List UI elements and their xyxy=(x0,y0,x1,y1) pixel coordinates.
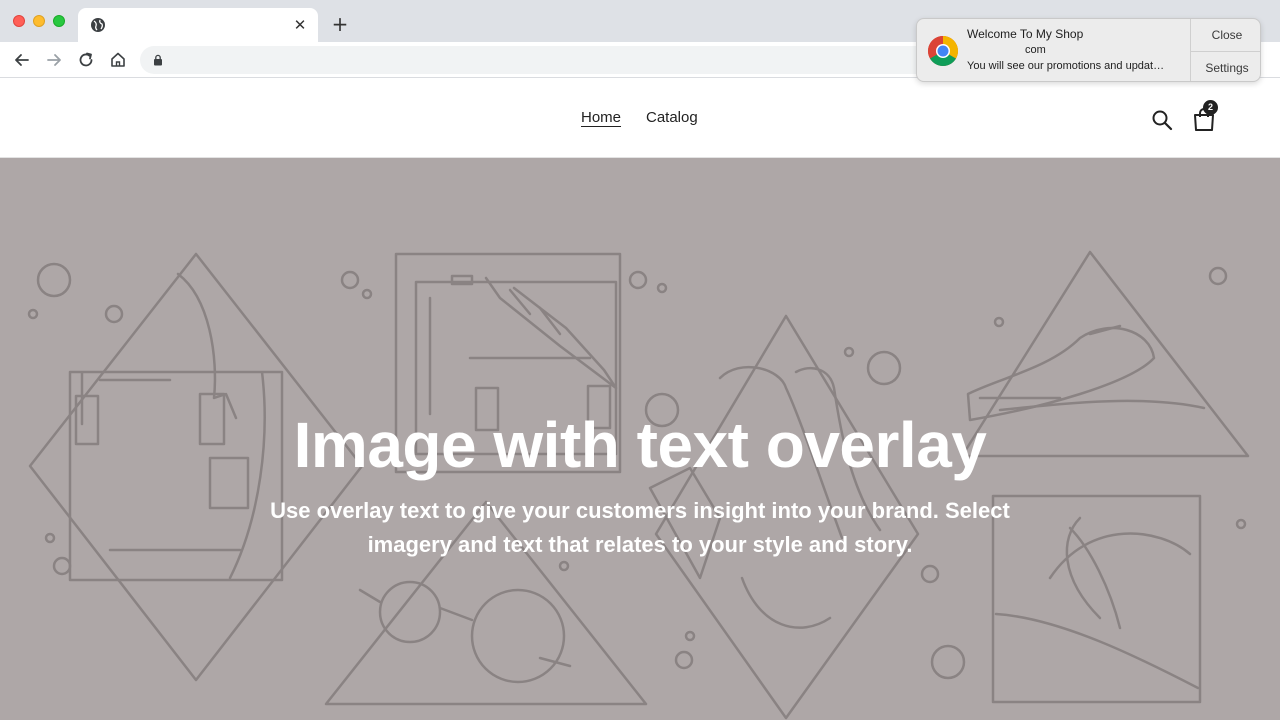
notification-body: You will see our promotions and updat… xyxy=(967,60,1165,72)
nav-catalog-link[interactable]: Catalog xyxy=(646,109,698,126)
new-tab-button[interactable]: + xyxy=(328,12,352,36)
forward-arrow-icon[interactable] xyxy=(44,50,64,70)
hero-heading: Image with text overlay xyxy=(293,409,987,481)
home-icon[interactable] xyxy=(108,50,128,70)
window-maximize-button[interactable] xyxy=(53,15,65,27)
reload-icon[interactable] xyxy=(76,50,96,70)
cart-count-badge: 2 xyxy=(1203,100,1218,115)
notification-title: Welcome To My Shop xyxy=(967,27,1084,41)
globe-icon xyxy=(91,18,105,32)
hero-subtext: Use overlay text to give your customers … xyxy=(270,498,1010,557)
notification-settings-button[interactable]: Settings xyxy=(1191,51,1260,81)
close-tab-icon[interactable]: ✕ xyxy=(290,15,310,35)
hero-banner: Image with text overlay Use overlay text… xyxy=(0,158,1280,720)
push-notification[interactable]: Welcome To My Shop com You will see our … xyxy=(916,18,1261,82)
notification-close-button[interactable]: Close xyxy=(1191,19,1260,51)
search-icon[interactable] xyxy=(1150,108,1174,132)
lock-icon xyxy=(154,54,162,66)
chrome-icon xyxy=(927,35,959,67)
window-minimize-button[interactable] xyxy=(33,15,45,27)
shop-header: Home Catalog 2 xyxy=(0,79,1280,158)
back-arrow-icon[interactable] xyxy=(12,50,32,70)
nav-home-link[interactable]: Home xyxy=(581,109,621,126)
notification-actions: Close Settings xyxy=(1190,19,1260,81)
notification-site: com xyxy=(1025,44,1046,56)
window-close-button[interactable] xyxy=(13,15,25,27)
browser-tab[interactable]: ✕ xyxy=(78,8,318,42)
